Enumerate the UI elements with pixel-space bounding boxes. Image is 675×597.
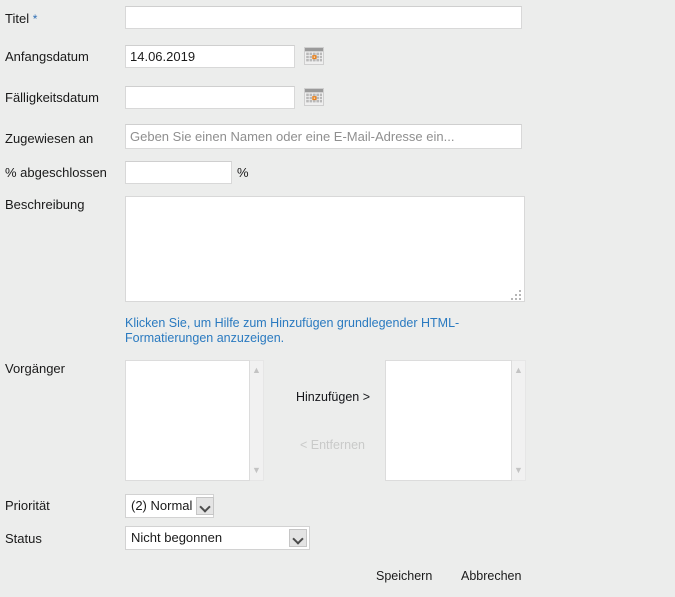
description-textarea[interactable] [125,196,525,302]
chevron-down-icon[interactable] [196,497,215,515]
cancel-button[interactable]: Abbrechen [461,569,521,584]
start-date-input[interactable] [125,45,295,68]
required-asterisk: * [32,12,38,26]
start-date-label: Anfangsdatum [5,49,89,64]
chevron-down-icon[interactable]: ▼ [250,466,263,475]
priority-select-value: (2) Normal [131,498,193,513]
description-textarea-wrap [125,196,525,302]
status-select[interactable]: Nicht begonnen [125,526,310,550]
predecessors-remove-button[interactable]: < Entfernen [300,438,365,453]
priority-label: Priorität [5,498,50,513]
html-format-help-link[interactable]: Klicken Sie, um Hilfe zum Hinzufügen gru… [125,316,525,346]
chevron-down-icon[interactable]: ▼ [512,466,525,475]
predecessors-label: Vorgänger [5,361,65,376]
chevron-down-icon[interactable] [289,529,307,547]
chevron-up-icon[interactable]: ▲ [512,366,525,375]
calendar-icon[interactable] [304,88,324,106]
chevron-up-icon[interactable]: ▲ [250,366,263,375]
percent-complete-label: % abgeschlossen [5,165,107,180]
predecessors-available-listbox[interactable] [125,360,250,481]
calendar-icon-glyph [305,89,323,105]
status-select-value: Nicht begonnen [131,530,223,545]
predecessors-selected-scrollbar[interactable]: ▲ ▼ [512,360,526,481]
title-input[interactable] [125,6,522,29]
calendar-icon-glyph [305,48,323,64]
due-date-input[interactable] [125,86,295,109]
priority-select[interactable]: (2) Normal [125,494,215,518]
predecessors-available-scrollbar[interactable]: ▲ ▼ [250,360,264,481]
percent-complete-input[interactable] [125,161,232,184]
assigned-to-input[interactable] [125,124,522,149]
task-form: Titel * Anfangsdatum 14.06.2019 Fälligke… [0,0,675,597]
due-date-label: Fälligkeitsdatum [5,90,99,105]
save-button[interactable]: Speichern [376,569,432,584]
predecessors-add-button[interactable]: Hinzufügen > [296,390,370,405]
status-label: Status [5,531,42,546]
calendar-icon[interactable] [304,47,324,65]
predecessors-selected-listbox[interactable] [385,360,512,481]
percent-sign: % [237,165,249,180]
description-label: Beschreibung [5,197,85,212]
title-label: Titel * [5,11,38,26]
assigned-to-label: Zugewiesen an [5,131,94,146]
